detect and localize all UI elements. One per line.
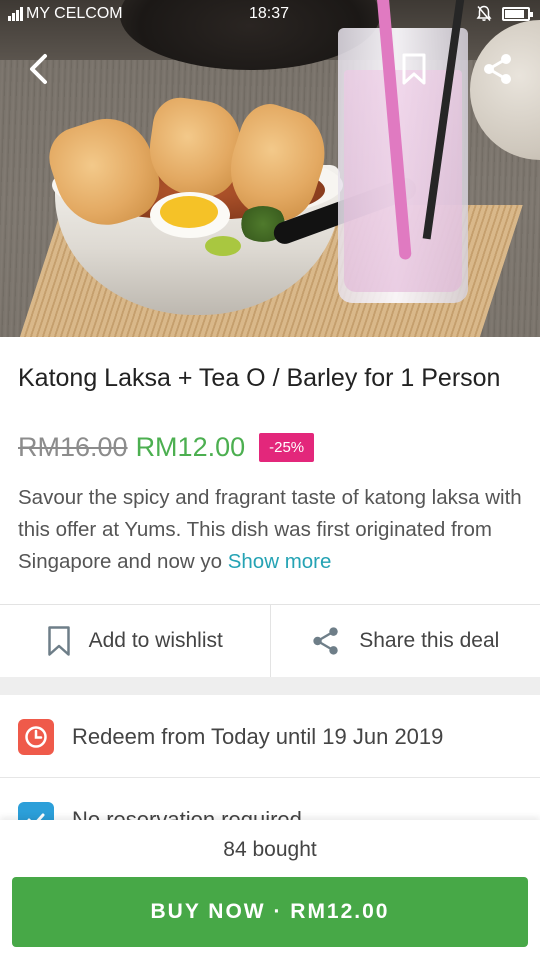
share-icon — [484, 54, 511, 84]
wishlist-label: Add to wishlist — [88, 629, 223, 652]
bookmark-icon — [402, 53, 426, 85]
signal-icon — [8, 7, 23, 21]
share-deal-button[interactable]: Share this deal — [269, 605, 540, 677]
deal-title: Katong Laksa + Tea O / Barley for 1 Pers… — [18, 364, 501, 392]
status-right — [476, 5, 533, 22]
section-separator — [0, 677, 540, 695]
purchase-bar: 84 bought BUY NOW · RM12.00 — [0, 820, 540, 960]
share-button[interactable] — [474, 45, 522, 93]
buy-now-button[interactable]: BUY NOW · RM12.00 — [12, 877, 528, 947]
bought-count: 84 bought — [223, 838, 317, 861]
redeem-period-text: Redeem from Today until 19 Jun 2019 — [72, 723, 444, 749]
back-arrow-icon — [30, 54, 47, 84]
deal-description: Savour the spicy and fragrant taste of k… — [18, 482, 528, 578]
carrier-name: MY CELCOM — [26, 5, 123, 22]
battery-fill — [505, 9, 524, 18]
egg-yolk — [160, 196, 218, 228]
add-to-wishlist-button[interactable]: Add to wishlist — [0, 605, 270, 677]
status-time: 18:37 — [249, 5, 290, 22]
back-button[interactable] — [15, 45, 63, 93]
price-row: RM16.00 RM12.00 -25% — [18, 432, 315, 463]
bookmark-button[interactable] — [390, 45, 438, 93]
battery-icon — [502, 6, 533, 21]
bookmark-outline-icon — [47, 626, 70, 656]
share-label: Share this deal — [359, 629, 500, 652]
status-left: MY CELCOM — [8, 5, 123, 23]
lime-slice — [205, 236, 241, 256]
share-icon — [313, 627, 338, 655]
deal-hero-image — [0, 0, 540, 337]
mute-bell-icon — [476, 5, 492, 21]
show-more-link[interactable]: Show more — [228, 550, 332, 573]
discount-badge: -25% — [259, 433, 315, 462]
clock-icon — [18, 718, 54, 755]
deal-price: RM12.00 — [135, 432, 246, 462]
deal-actions: Add to wishlist Share this deal — [0, 605, 540, 677]
redeem-period-row: Redeem from Today until 19 Jun 2019 — [0, 696, 540, 778]
status-bar: MY CELCOM 18:37 — [0, 0, 540, 28]
original-price: RM16.00 — [18, 432, 128, 462]
